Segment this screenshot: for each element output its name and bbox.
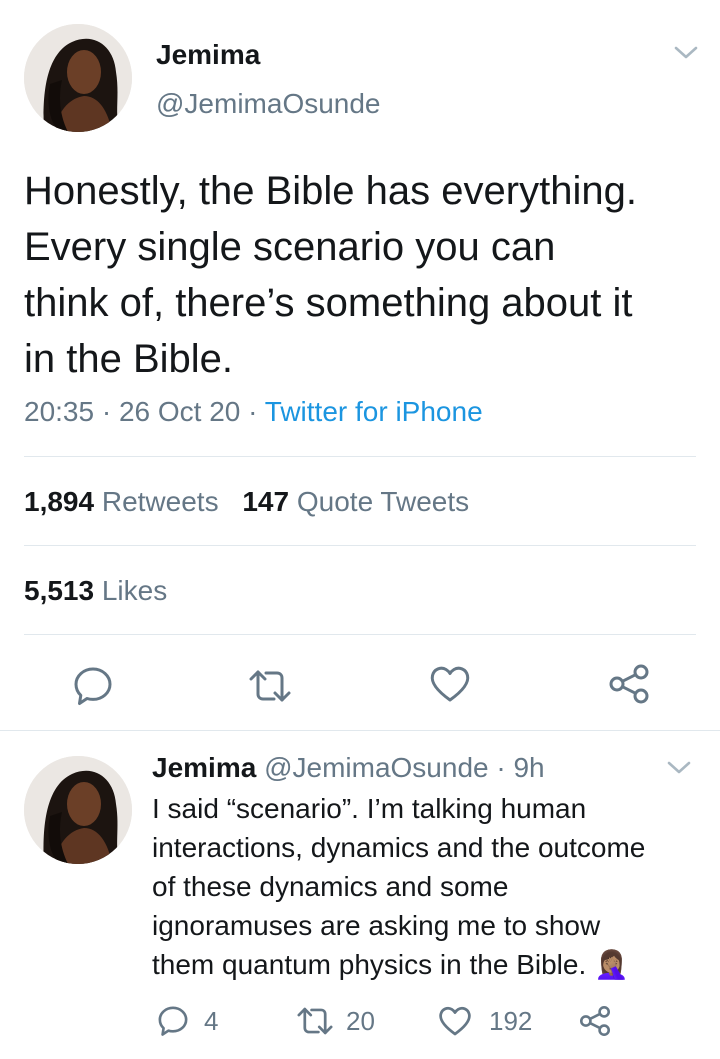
tweet-source-link[interactable]: Twitter for iPhone [265,396,483,427]
reply-icon[interactable] [71,664,115,708]
heart-icon [437,1004,473,1038]
meta-separator: · [248,396,258,427]
reply-text-line: ignoramuses are asking me to show [152,910,601,941]
reply-author-handle[interactable]: @JemimaOsunde [264,752,489,783]
likes-stat[interactable]: 5,513 Likes [24,574,167,608]
reply-text-line: them quantum physics in the Bible. 🤦🏽‍♀️ [152,949,629,980]
tweet-time[interactable]: 20:35 [24,396,94,427]
tweet-date[interactable]: 26 Oct 20 [119,396,240,427]
retweets-stat[interactable]: 1,894 Retweets [24,486,226,517]
heart-icon[interactable] [428,663,472,705]
tweet-text-line: in the Bible. [24,337,234,381]
reply-text-line: I said “scenario”. I’m talking human [152,793,587,824]
reply-text-line: interactions, dynamics and the outcome [152,832,646,863]
divider [24,634,696,635]
chevron-down-icon[interactable] [666,759,692,777]
avatar[interactable] [24,24,132,132]
reply-action-like[interactable]: 192 [437,1003,532,1039]
meta-separator: · [496,752,506,783]
share-icon[interactable] [578,1005,612,1037]
tweet-meta: 20:35 · 26 Oct 20 · Twitter for iPhone [24,395,483,429]
divider [0,730,720,731]
reply-avatar[interactable] [24,756,132,864]
tweet-text-line: think of, there’s something about it [24,281,633,325]
tweet-text-line: Every single scenario you can [24,225,556,269]
tweet-text: Honestly, the Bible has everything. Ever… [24,163,637,387]
quote-tweets-stat[interactable]: 147 Quote Tweets [242,486,469,517]
meta-separator: · [101,396,112,427]
like-count: 192 [489,1005,533,1036]
divider [24,545,696,546]
quote-tweets-label: Quote Tweets [296,486,470,517]
retweet-icon[interactable] [248,666,292,706]
retweets-label: Retweets [101,486,219,517]
share-icon[interactable] [607,663,651,705]
likes-count: 5,513 [24,575,95,606]
reply-age[interactable]: 9h [513,752,544,783]
reply-count: 4 [204,1005,219,1036]
reply-action-reply[interactable]: 4 [156,1003,218,1039]
reply-icon [156,1004,190,1038]
tweet-text-line: Honestly, the Bible has everything. [24,169,637,213]
retweet-icon [296,1004,334,1038]
retweets-count: 1,894 [24,486,95,517]
engagement-stats: 1,894 Retweets 147 Quote Tweets [24,485,469,519]
author-name[interactable]: Jemima [156,38,260,72]
reply-author-name[interactable]: Jemima [152,752,256,783]
reply-header: Jemima @JemimaOsunde · 9h [152,751,545,785]
likes-label: Likes [101,575,168,606]
reply-action-retweet[interactable]: 20 [296,1003,375,1039]
reply-text: I said “scenario”. I’m talking human int… [152,789,645,984]
reply-text-line: of these dynamics and some [152,871,509,902]
quote-tweets-count: 147 [242,486,290,517]
author-handle[interactable]: @JemimaOsunde [156,87,381,121]
retweet-count: 20 [346,1005,375,1036]
divider [24,456,696,457]
chevron-down-icon[interactable] [673,44,699,62]
